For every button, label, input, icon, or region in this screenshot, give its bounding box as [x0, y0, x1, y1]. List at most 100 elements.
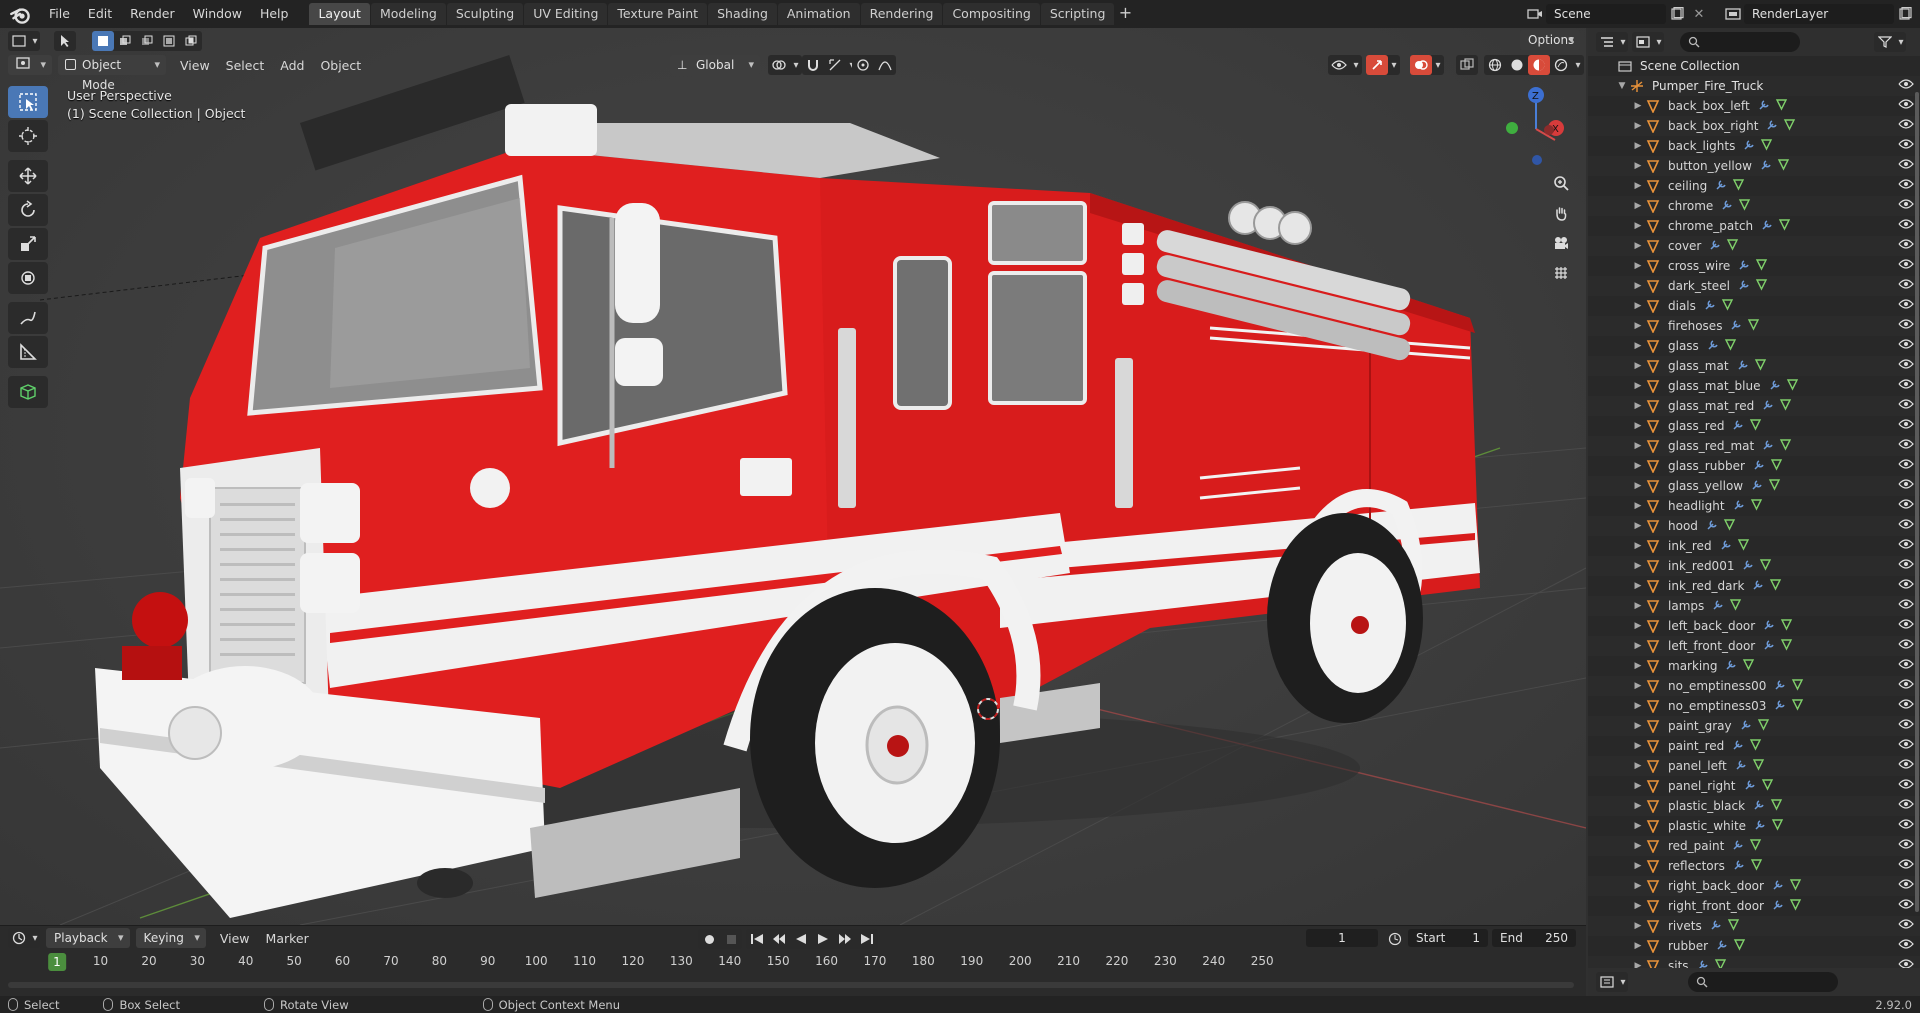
expand-triangle-icon[interactable]: ▶: [1632, 801, 1644, 811]
editor-type-icon[interactable]: [8, 31, 30, 51]
visibility-eye-icon[interactable]: [1898, 678, 1914, 693]
menu-help[interactable]: Help: [251, 0, 298, 28]
outliner-object-row[interactable]: ▶ glass_red_mat: [1588, 436, 1920, 456]
view-layer-field[interactable]: RenderLayer: [1744, 4, 1894, 24]
mesh-data-icon[interactable]: [1789, 898, 1802, 914]
pivot-point-icon[interactable]: [768, 55, 790, 75]
menu-window[interactable]: Window: [184, 0, 251, 28]
tab-shading[interactable]: Shading: [708, 3, 777, 25]
expand-triangle-icon[interactable]: ▶: [1632, 461, 1644, 471]
modifier-wrench-icon[interactable]: [1769, 378, 1782, 394]
outliner-object-row[interactable]: ▶ red_paint: [1588, 836, 1920, 856]
visibility-eye-icon[interactable]: [1898, 198, 1914, 213]
modifier-wrench-icon[interactable]: [1751, 478, 1764, 494]
expand-triangle-icon[interactable]: ▶: [1632, 501, 1644, 511]
outliner-object-row[interactable]: ▶ right_front_door: [1588, 896, 1920, 916]
camera-view-icon[interactable]: [1548, 230, 1574, 256]
mesh-data-icon[interactable]: [1770, 798, 1783, 814]
visibility-eye-icon[interactable]: [1898, 498, 1914, 513]
visibility-eye-icon[interactable]: [1898, 478, 1914, 493]
visibility-eye-icon[interactable]: [1898, 698, 1914, 713]
scene-collection-row[interactable]: Scene Collection: [1588, 56, 1920, 76]
outliner-object-row[interactable]: ▶ ink_red: [1588, 536, 1920, 556]
outliner-object-row[interactable]: ▶ panel_left: [1588, 756, 1920, 776]
collapse-triangle-icon[interactable]: ▼: [1616, 81, 1628, 91]
modifier-wrench-icon[interactable]: [1732, 418, 1745, 434]
timeline-menu-marker[interactable]: Marker: [258, 931, 317, 946]
visibility-eye-icon[interactable]: [1898, 458, 1914, 473]
solid-shading-icon[interactable]: [1506, 55, 1528, 75]
outliner-object-row[interactable]: ▶ chrome_patch: [1588, 216, 1920, 236]
outliner-editor-icon[interactable]: [1596, 32, 1618, 52]
modifier-wrench-icon[interactable]: [1737, 358, 1750, 374]
mesh-data-icon[interactable]: [1780, 638, 1793, 654]
select-invert-icon[interactable]: [158, 31, 180, 51]
scene-icon[interactable]: [1524, 4, 1546, 24]
expand-triangle-icon[interactable]: ▶: [1632, 741, 1644, 751]
modifier-wrench-icon[interactable]: [1738, 258, 1751, 274]
visibility-eye-icon[interactable]: [1898, 418, 1914, 433]
viewport-menu-view[interactable]: View: [172, 58, 218, 73]
timeline-menu-view[interactable]: View: [212, 931, 258, 946]
outliner-object-row[interactable]: ▶ chrome: [1588, 196, 1920, 216]
viewport-menu-add[interactable]: Add: [272, 58, 312, 73]
visibility-eye-icon[interactable]: [1898, 378, 1914, 393]
visibility-eye-icon[interactable]: [1898, 218, 1914, 233]
transform-tool-icon[interactable]: [8, 262, 48, 294]
expand-triangle-icon[interactable]: ▶: [1632, 421, 1644, 431]
preview-range-clock-icon[interactable]: [1386, 930, 1404, 948]
expand-triangle-icon[interactable]: ▶: [1632, 781, 1644, 791]
delete-scene-icon[interactable]: ✕: [1688, 4, 1710, 24]
mesh-data-icon[interactable]: [1779, 398, 1792, 414]
expand-triangle-icon[interactable]: ▶: [1632, 541, 1644, 551]
menu-render[interactable]: Render: [121, 0, 184, 28]
modifier-wrench-icon[interactable]: [1753, 458, 1766, 474]
visibility-eye-icon[interactable]: [1898, 918, 1914, 933]
snap-magnet-icon[interactable]: [802, 55, 824, 75]
modifier-wrench-icon[interactable]: [1730, 318, 1743, 334]
mesh-data-icon[interactable]: [1777, 158, 1790, 174]
modifier-wrench-icon[interactable]: [1754, 818, 1767, 834]
mesh-data-icon[interactable]: [1726, 238, 1739, 254]
expand-triangle-icon[interactable]: ▶: [1632, 221, 1644, 231]
visibility-eye-icon[interactable]: [1898, 438, 1914, 453]
modifier-wrench-icon[interactable]: [1733, 858, 1746, 874]
snap-target-icon[interactable]: [824, 55, 846, 75]
viewport-menu-select[interactable]: Select: [218, 58, 273, 73]
modifier-wrench-icon[interactable]: [1772, 898, 1785, 914]
mesh-data-icon[interactable]: [1760, 138, 1773, 154]
tab-uv-editing[interactable]: UV Editing: [524, 3, 608, 25]
visibility-eye-icon[interactable]: [1898, 638, 1914, 653]
mesh-data-icon[interactable]: [1757, 718, 1770, 734]
outliner-object-row[interactable]: ▶ right_back_door: [1588, 876, 1920, 896]
visibility-eye-icon[interactable]: [1898, 398, 1914, 413]
display-mode-icon[interactable]: [1632, 32, 1654, 52]
mesh-data-icon[interactable]: [1721, 298, 1734, 314]
play-icon[interactable]: [812, 929, 834, 949]
expand-triangle-icon[interactable]: ▶: [1632, 961, 1644, 968]
mesh-data-icon[interactable]: [1749, 738, 1762, 754]
3d-viewport[interactable]: Z X User Perspective (1) Scene Collectio…: [0, 28, 1586, 925]
expand-triangle-icon[interactable]: ▶: [1632, 401, 1644, 411]
playhead-indicator[interactable]: 1: [48, 953, 66, 971]
mesh-data-icon[interactable]: [1779, 438, 1792, 454]
mesh-data-icon[interactable]: [1778, 218, 1791, 234]
mesh-data-icon[interactable]: [1791, 698, 1804, 714]
expand-triangle-icon[interactable]: ▶: [1632, 101, 1644, 111]
mesh-data-icon[interactable]: [1723, 518, 1736, 534]
move-tool-icon[interactable]: [8, 160, 48, 192]
visibility-eye-icon[interactable]: [1898, 958, 1914, 968]
delete-view-layer-icon[interactable]: ✕: [1916, 4, 1920, 24]
modifier-wrench-icon[interactable]: [1763, 618, 1776, 634]
visibility-eye-icon[interactable]: [1898, 838, 1914, 853]
properties-search-input[interactable]: [1688, 972, 1838, 992]
editor-type-dropdown-icon[interactable]: ▾: [30, 31, 40, 51]
expand-triangle-icon[interactable]: ▶: [1632, 281, 1644, 291]
properties-editor-icon[interactable]: [1596, 972, 1618, 992]
expand-triangle-icon[interactable]: ▶: [1632, 441, 1644, 451]
filter-icon[interactable]: [1874, 32, 1896, 52]
outliner-object-row[interactable]: ▶ rivets: [1588, 916, 1920, 936]
auto-keying-record-icon[interactable]: [698, 929, 720, 949]
expand-triangle-icon[interactable]: ▶: [1632, 761, 1644, 771]
expand-triangle-icon[interactable]: ▶: [1632, 881, 1644, 891]
